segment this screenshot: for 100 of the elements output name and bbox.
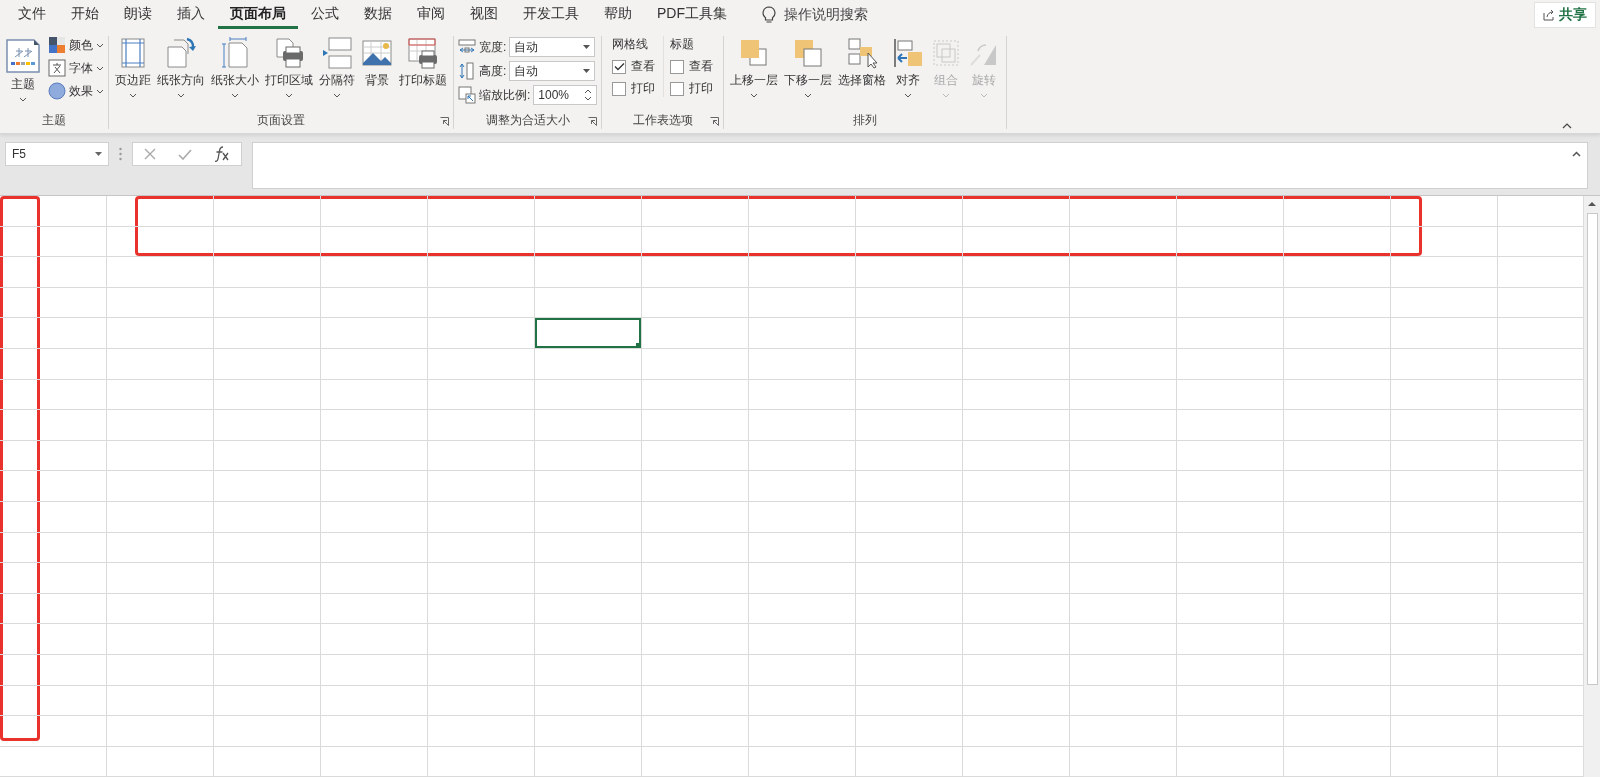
sheet-cell[interactable] [1391,501,1498,533]
sheet-cell[interactable] [642,593,749,625]
sheet-cell[interactable] [107,471,214,502]
sheet-cell[interactable] [1070,318,1177,349]
sheet-cell[interactable] [535,746,642,777]
sheet-cell[interactable] [1070,471,1177,502]
sheet-cell[interactable] [428,746,535,777]
sheet-cell[interactable] [1391,226,1498,258]
sheet-cell[interactable] [1391,716,1498,747]
sheet-cell[interactable] [1177,563,1284,594]
sheet-cell[interactable] [321,379,428,411]
sheet-cell[interactable] [856,379,963,411]
sheet-cell[interactable] [856,501,963,533]
sheet-cell[interactable] [642,287,749,319]
sheet-cell[interactable] [1284,410,1391,441]
sheet-cell[interactable] [428,716,535,747]
sheet-cell[interactable] [642,318,749,349]
sheet-cell[interactable] [1070,624,1177,655]
sheet-cell[interactable] [214,532,321,564]
sheet-cell[interactable] [856,746,963,777]
sheet-cell[interactable] [428,501,535,533]
collapse-ribbon-icon[interactable] [1562,123,1572,129]
sheet-cell[interactable] [214,471,321,502]
ribbon-button[interactable]: 下移一层 [782,36,835,99]
sheet-cell[interactable] [107,379,214,411]
sheet-cell[interactable] [642,563,749,594]
sheet-cell[interactable] [214,440,321,472]
sheet-cell[interactable] [642,685,749,717]
sheet-cell[interactable] [321,440,428,472]
sheet-cell[interactable] [321,257,428,288]
sheet-cell[interactable] [856,410,963,441]
ribbon-tab[interactable]: 帮助 [592,1,644,29]
sheet-cell[interactable] [749,501,856,533]
ribbon-button[interactable]: 背景 [359,36,395,90]
sheet-cell[interactable] [535,563,642,594]
sheet-cell[interactable] [1284,318,1391,349]
sheet-cell[interactable] [321,226,428,258]
sheet-cell[interactable] [856,287,963,319]
sheet-cell[interactable] [749,716,856,747]
sheet-cell[interactable] [1070,685,1177,717]
checkbox-option[interactable]: 打印 [670,80,714,97]
sheet-cell[interactable] [1284,716,1391,747]
sheet-cell[interactable] [214,318,321,349]
sheet-cell[interactable] [749,624,856,655]
ribbon-button[interactable]: 页边距 [113,36,153,99]
ribbon-button[interactable]: 上移一层 [728,36,781,99]
sheet-cell[interactable] [1177,348,1284,380]
sheet-cell[interactable] [642,410,749,441]
sheet-cell[interactable] [321,685,428,717]
sheet-cell[interactable] [1177,746,1284,777]
sheet-cell[interactable] [428,471,535,502]
sheet-cell[interactable] [1177,379,1284,411]
sheet-cell[interactable] [856,226,963,258]
sheet-cell[interactable] [963,654,1070,686]
sheet-cell[interactable] [856,471,963,502]
ribbon-tab[interactable]: 开始 [59,1,111,29]
sheet-cell[interactable] [535,318,642,349]
spinner-field[interactable]: 100% [533,85,598,105]
sheet-cell[interactable] [428,257,535,288]
sheet-cell[interactable] [1284,746,1391,777]
ribbon-tab[interactable]: 朗读 [112,1,164,29]
sheet-cell[interactable] [214,716,321,747]
sheet-cell[interactable] [642,716,749,747]
sheet-cell[interactable] [1284,563,1391,594]
sheet-cell[interactable] [535,379,642,411]
sheet-cell[interactable] [963,287,1070,319]
sheet-cell[interactable] [1070,654,1177,686]
sheet-cell[interactable] [0,287,107,319]
sheet-cell[interactable] [749,318,856,349]
sheet-cell[interactable] [428,226,535,258]
sheet-cell[interactable] [963,379,1070,411]
sheet-cell[interactable] [535,593,642,625]
ribbon-tab[interactable]: 视图 [458,1,510,29]
sheet-cell[interactable] [107,746,214,777]
sheet-cell[interactable] [749,440,856,472]
sheet-cell[interactable] [1284,196,1391,227]
sheet-cell[interactable] [428,196,535,227]
sheet-cell[interactable] [1177,624,1284,655]
sheet-cell[interactable] [214,348,321,380]
sheet-cell[interactable] [0,501,107,533]
sheet-cell[interactable] [963,440,1070,472]
sheet-cell[interactable] [214,226,321,258]
sheet-cell[interactable] [535,440,642,472]
sheet-cell[interactable] [963,716,1070,747]
checkbox-option[interactable]: 查看 [612,58,656,75]
sheet-cell[interactable] [856,348,963,380]
sheet-cell[interactable] [1391,379,1498,411]
ribbon-tab[interactable]: 开发工具 [511,1,591,29]
sheet-cell[interactable] [535,287,642,319]
ribbon-button[interactable]: 纸张方向 [155,36,207,99]
sheet-cell[interactable] [963,532,1070,564]
ribbon-tab[interactable]: 公式 [299,1,351,29]
dialog-launcher-icon[interactable] [710,117,720,126]
sheet-cell[interactable] [535,257,642,288]
sheet-cell[interactable] [321,410,428,441]
sheet-cell[interactable] [963,257,1070,288]
scroll-up-icon[interactable] [1587,201,1597,207]
sheet-cell[interactable] [107,624,214,655]
sheet-cell[interactable] [107,257,214,288]
sheet-cell[interactable] [321,716,428,747]
